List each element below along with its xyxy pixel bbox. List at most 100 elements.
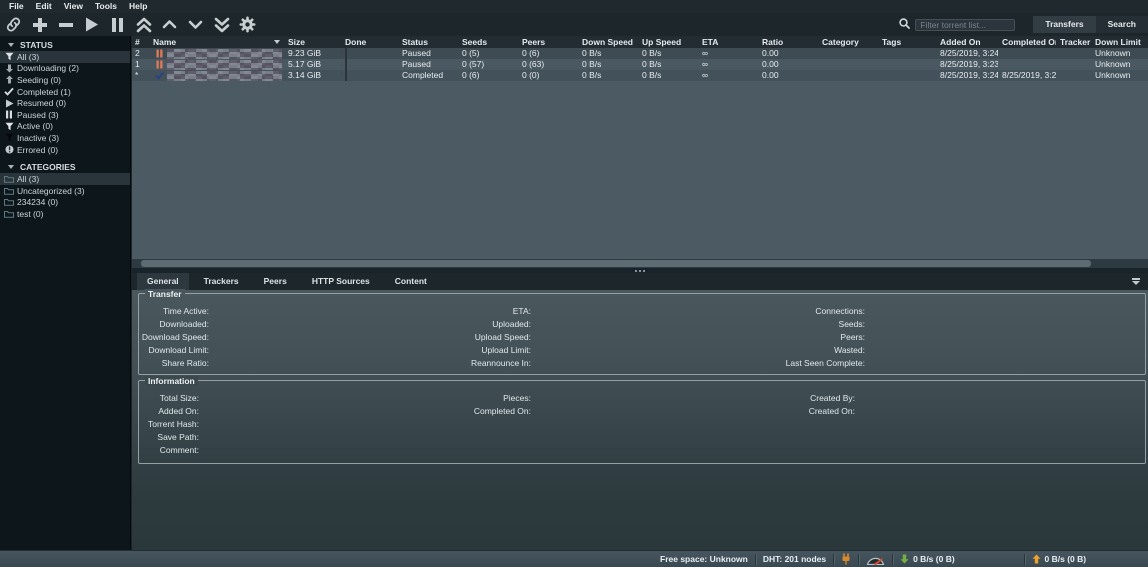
dht-nodes-label: DHT: 201 nodes [763,554,826,564]
total-size-label: Total Size: [139,394,199,403]
menu-bar: File Edit View Tools Help [0,0,1148,13]
queue-bottom-icon[interactable] [212,15,231,34]
blurred-torrent-name [167,49,282,59]
paused-state-icon [155,60,164,69]
tab-general[interactable]: General [137,273,189,290]
folder-icon [4,197,14,207]
created-on-label: Created On: [531,407,855,416]
col-tracker[interactable]: Tracker [1056,36,1091,48]
menu-file[interactable]: File [3,0,30,13]
status-bar: Free space: Unknown DHT: 201 nodes 0 B/s… [0,550,1148,567]
tab-trackers[interactable]: Trackers [194,273,249,290]
time-active-label: Time Active: [139,307,209,316]
filter-area [899,18,1015,31]
add-torrent-icon[interactable] [30,15,49,34]
statusbar-separator [833,554,834,565]
upload-speed-status[interactable]: 0 B/s (0 B) [1032,554,1148,564]
col-tags[interactable]: Tags [878,36,936,48]
save-path-label: Save Path: [139,433,199,442]
col-done[interactable]: Done [341,36,398,48]
tab-peers[interactable]: Peers [254,273,297,290]
created-by-label: Created By: [531,394,855,403]
sort-desc-icon [274,40,280,44]
menu-tools[interactable]: Tools [89,0,123,13]
pause-small-icon [4,110,14,120]
delete-torrent-icon[interactable] [56,15,75,34]
scrollbar-thumb[interactable] [141,260,1091,267]
table-row[interactable]: * 3.14 GiB 100.0% Completed 0 (6) 0 (0) … [132,70,1148,81]
col-name[interactable]: Name [149,36,284,48]
statusbar-separator [755,554,756,565]
tab-search[interactable]: Search [1096,16,1148,33]
menu-view[interactable]: View [58,0,89,13]
table-row[interactable]: 2 9.23 GiB 0.4% Paused 0 (5) 0 (6) 0 B/s… [132,48,1148,59]
share-ratio-label: Share Ratio: [139,359,209,368]
col-category[interactable]: Category [818,36,878,48]
sidebar-item-downloading[interactable]: Downloading (2) [0,63,130,75]
col-eta[interactable]: ETA [698,36,758,48]
tab-transfers[interactable]: Transfers [1033,16,1095,33]
eta-label: ETA: [209,307,531,316]
sidebar-item-paused[interactable]: Paused (3) [0,109,130,121]
wasted-label: Wasted: [531,346,865,355]
pause-icon[interactable] [108,15,127,34]
statusbar-separator [892,554,893,565]
col-up-speed[interactable]: Up Speed [638,36,698,48]
pieces-label: Pieces: [199,394,531,403]
collapse-triangle-icon [8,165,14,169]
check-icon [4,87,14,97]
table-empty-area [132,81,1148,259]
add-torrent-link-icon[interactable] [4,15,23,34]
col-down-speed[interactable]: Down Speed [578,36,638,48]
sidebar-item-completed[interactable]: Completed (1) [0,86,130,98]
queue-down-icon[interactable] [186,15,205,34]
download-speed-status[interactable]: 0 B/s (0 B) [900,554,1016,564]
menu-edit[interactable]: Edit [30,0,58,13]
table-row[interactable]: 1 5.17 GiB 9.2% Paused 0 (57) 0 (63) 0 B… [132,59,1148,70]
col-peers[interactable]: Peers [518,36,578,48]
tab-http-sources[interactable]: HTTP Sources [302,273,380,290]
col-completed-on[interactable]: Completed On [998,36,1056,48]
sidebar-item-active[interactable]: Active (0) [0,121,130,133]
sidebar-category-uncategorized[interactable]: Uncategorized (3) [0,185,130,197]
sidebar-item-errored[interactable]: Errored (0) [0,144,130,156]
error-icon [4,145,14,155]
sidebar-category-all[interactable]: All (3) [0,173,130,185]
alt-speed-gauge-icon[interactable] [866,554,885,565]
categories-header-label: CATEGORIES [20,162,76,172]
filter-icon [4,52,14,62]
status-section-header[interactable]: STATUS [0,38,130,51]
col-number[interactable]: # [132,36,149,48]
options-gear-icon[interactable] [238,15,257,34]
sidebar-category-test[interactable]: test (0) [0,208,130,220]
col-ratio[interactable]: Ratio [758,36,818,48]
information-title: Information [145,376,198,386]
col-status[interactable]: Status [398,36,458,48]
sidebar-item-seeding[interactable]: Seeding (0) [0,74,130,86]
sidebar-item-all[interactable]: All (3) [0,51,130,63]
reannounce-in-label: Reannounce In: [209,359,531,368]
information-groupbox: Information Total Size: Pieces: Created … [138,380,1146,464]
sidebar-item-resumed[interactable]: Resumed (0) [0,97,130,109]
col-added-on[interactable]: Added On [936,36,998,48]
col-down-limit[interactable]: Down Limit [1091,36,1148,48]
seeds-label: Seeds: [531,320,865,329]
categories-section-header[interactable]: CATEGORIES [0,160,130,173]
filter-torrent-input[interactable] [915,19,1015,31]
queue-top-icon[interactable] [134,15,153,34]
paused-state-icon [155,49,164,58]
connection-status-icon[interactable] [841,553,851,565]
collapse-panel-icon[interactable] [1132,278,1140,285]
sidebar-category-234234[interactable]: 234234 (0) [0,197,130,209]
peers-label: Peers: [531,333,865,342]
sidebar-item-inactive[interactable]: Inactive (3) [0,132,130,144]
horizontal-scrollbar[interactable] [132,259,1148,268]
col-seeds[interactable]: Seeds [458,36,518,48]
resume-icon[interactable] [82,15,101,34]
tab-content[interactable]: Content [385,273,437,290]
col-size[interactable]: Size [284,36,341,48]
queue-up-icon[interactable] [160,15,179,34]
menu-help[interactable]: Help [123,0,153,13]
folder-icon [4,209,14,219]
torrent-hash-label: Torrent Hash: [139,420,199,429]
